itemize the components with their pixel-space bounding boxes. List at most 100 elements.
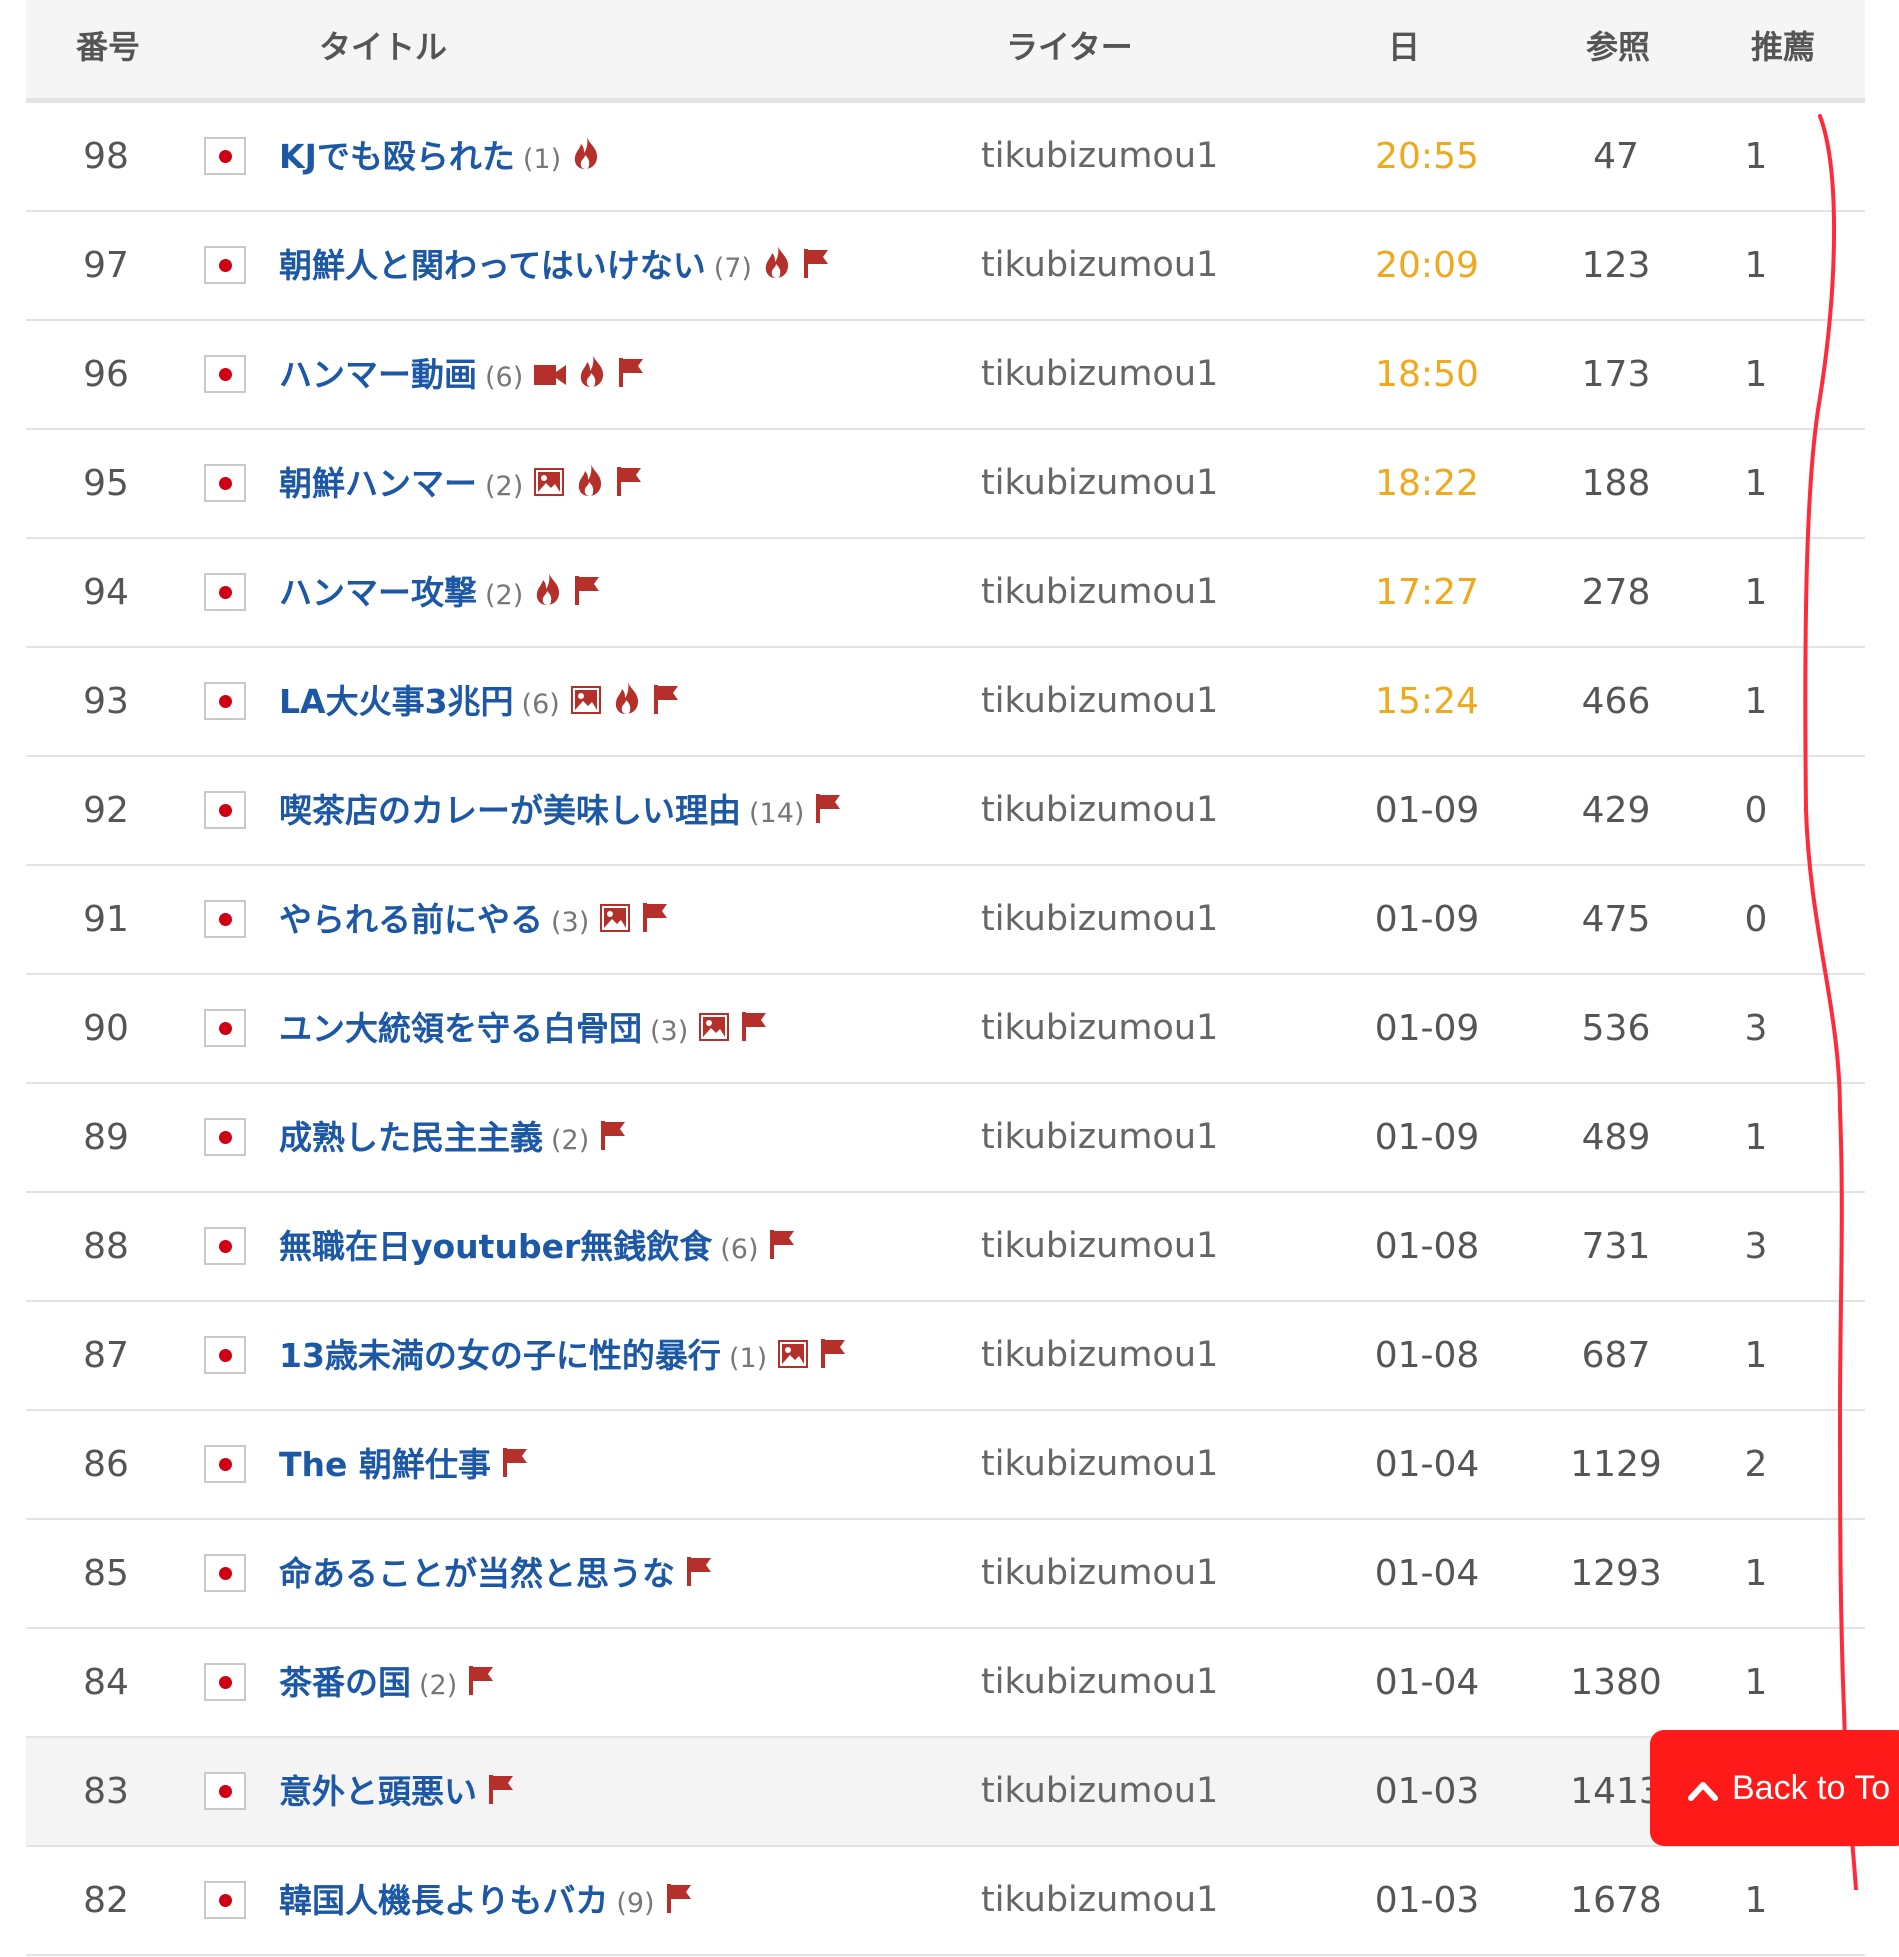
table-row[interactable]: 92 喫茶店のカレーが美味しい理由 (14) tikubizumou1 01-09 429… <box>26 757 1865 866</box>
post-recommend: 0 <box>1744 790 1768 831</box>
post-writer[interactable]: tikubizumou1 <box>981 1302 1221 1409</box>
post-title-link[interactable]: 朝鮮ハンマー (2) <box>279 430 645 537</box>
flag-icon <box>615 432 645 539</box>
post-writer[interactable]: tikubizumou1 <box>981 1629 1221 1736</box>
post-writer[interactable]: tikubizumou1 <box>981 539 1221 646</box>
post-writer[interactable]: tikubizumou1 <box>981 1084 1221 1191</box>
japan-flag-icon <box>204 1336 248 1376</box>
post-writer[interactable]: tikubizumou1 <box>981 1520 1221 1627</box>
post-writer[interactable]: tikubizumou1 <box>981 866 1221 973</box>
table-row[interactable]: 84 茶番の国 (2) tikubizumou1 01-04 1380 1 <box>26 1629 1865 1738</box>
post-title-link[interactable]: The 朝鮮仕事 <box>279 1411 531 1518</box>
post-writer[interactable]: tikubizumou1 <box>981 1193 1221 1300</box>
comment-count: (2) <box>419 1670 458 1701</box>
post-title-link[interactable]: 韓国人機長よりもバカ (9) <box>279 1847 695 1954</box>
post-writer[interactable]: tikubizumou1 <box>981 1847 1221 1954</box>
post-title[interactable]: 13歳未満の女の子に性的暴行 <box>279 1336 721 1375</box>
post-title[interactable]: The 朝鮮仕事 <box>279 1445 491 1484</box>
post-title[interactable]: LA大火事3兆円 <box>279 682 514 721</box>
post-title[interactable]: 意外と頭悪い <box>279 1772 477 1811</box>
table-row[interactable]: 83 意外と頭悪い tikubizumou1 01-03 1413 <box>26 1738 1865 1847</box>
post-title[interactable]: 命あることが当然と思うな <box>279 1554 675 1593</box>
table-row[interactable]: 89 成熟した民主主義 (2) tikubizumou1 01-09 489 1 <box>26 1084 1865 1193</box>
post-writer[interactable]: tikubizumou1 <box>981 975 1221 1082</box>
post-number: 83 <box>83 1771 129 1812</box>
post-writer[interactable]: tikubizumou1 <box>981 648 1221 755</box>
post-writer[interactable]: tikubizumou1 <box>981 1411 1221 1518</box>
post-title-link[interactable]: ユン大統領を守る白骨団 (3) <box>279 975 770 1082</box>
japan-flag-icon <box>204 1772 248 1812</box>
table-row[interactable]: 82 韓国人機長よりもバカ (9) tikubizumou1 01-03 1678 1 <box>26 1847 1865 1956</box>
table-row[interactable]: 91 やられる前にやる (3) tikubizumou1 01-09 475 0 <box>26 866 1865 975</box>
table-row[interactable]: 90 ユン大統領を守る白骨団 (3) tikubizumou1 01-09 536 3 <box>26 975 1865 1084</box>
japan-flag-icon <box>204 1445 248 1485</box>
post-writer[interactable]: tikubizumou1 <box>981 321 1221 428</box>
post-title[interactable]: 無職在日youtuber無銭飲食 <box>279 1227 712 1266</box>
table-row[interactable]: 98 KJでも殴られた (1) tikubizumou1 20:55 47 1 <box>26 103 1865 212</box>
post-views: 278 <box>1581 572 1651 613</box>
header-date: 日 <box>1388 28 1421 66</box>
post-title-link[interactable]: ハンマー動画 (6) <box>279 321 647 428</box>
post-title[interactable]: ユン大統領を守る白骨団 <box>279 1009 642 1048</box>
header-recommend: 推薦 <box>1751 28 1816 66</box>
post-title-link[interactable]: LA大火事3兆円 (6) <box>279 648 682 755</box>
post-title-link[interactable]: 成熟した民主主義 (2) <box>279 1084 629 1191</box>
post-title-link[interactable]: やられる前にやる (3) <box>279 866 671 973</box>
table-body: 98 KJでも殴られた (1) tikubizumou1 20:55 47 1 97 朝鮮人と関… <box>26 103 1865 1956</box>
table-row[interactable]: 86 The 朝鮮仕事 tikubizumou1 01-04 1129 2 <box>26 1411 1865 1520</box>
post-writer[interactable]: tikubizumou1 <box>981 1738 1221 1845</box>
post-title-link[interactable]: 喫茶店のカレーが美味しい理由 (14) <box>279 757 844 864</box>
post-date: 01-04 <box>1374 1553 1480 1594</box>
post-title-link[interactable]: 13歳未満の女の子に性的暴行 (1) <box>279 1302 849 1409</box>
table-row[interactable]: 88 無職在日youtuber無銭飲食 (6) tikubizumou1 01-08 73… <box>26 1193 1865 1302</box>
post-date: 01-09 <box>1374 1117 1480 1158</box>
table-row[interactable]: 93 LA大火事3兆円 (6) tikubizumou1 15:24 466 1 <box>26 648 1865 757</box>
post-title[interactable]: 喫茶店のカレーが美味しい理由 <box>279 791 741 830</box>
table-row[interactable]: 85 命あることが当然と思うな tikubizumou1 01-04 1293 1 <box>26 1520 1865 1629</box>
japan-flag-icon <box>204 464 248 504</box>
post-writer[interactable]: tikubizumou1 <box>981 103 1221 210</box>
post-recommend: 3 <box>1744 1008 1768 1049</box>
post-title[interactable]: やられる前にやる <box>279 900 543 939</box>
post-date: 01-09 <box>1374 790 1480 831</box>
post-writer[interactable]: tikubizumou1 <box>981 757 1221 864</box>
post-recommend: 1 <box>1744 1553 1768 1594</box>
post-title-link[interactable]: ハンマー攻撃 (2) <box>279 539 603 646</box>
post-number: 86 <box>83 1444 129 1485</box>
post-writer[interactable]: tikubizumou1 <box>981 212 1221 319</box>
post-title-link[interactable]: 意外と頭悪い <box>279 1738 517 1845</box>
back-to-top-button[interactable]: Back to To <box>1650 1730 1899 1846</box>
flag-icon <box>768 1195 798 1302</box>
post-title-link[interactable]: 無職在日youtuber無銭飲食 (6) <box>279 1193 798 1300</box>
post-writer[interactable]: tikubizumou1 <box>981 430 1221 537</box>
post-title[interactable]: ハンマー攻撃 <box>279 573 477 612</box>
table-row[interactable]: 94 ハンマー攻撃 (2) tikubizumou1 17:27 278 1 <box>26 539 1865 648</box>
post-title[interactable]: KJでも殴られた <box>279 137 515 176</box>
comment-count: (2) <box>551 1125 590 1156</box>
post-date: 01-04 <box>1374 1662 1480 1703</box>
table-row[interactable]: 87 13歳未満の女の子に性的暴行 (1) tikubizumou1 01-08 687 1 <box>26 1302 1865 1411</box>
post-title[interactable]: 朝鮮ハンマー <box>279 464 477 503</box>
table-header: 番号 タイトル ライター 日 参照 推薦 <box>26 0 1865 103</box>
post-views: 173 <box>1581 354 1651 395</box>
post-title[interactable]: 朝鮮人と関わってはいけない <box>279 246 706 285</box>
fire-icon <box>575 432 605 539</box>
table-row[interactable]: 96 ハンマー動画 (6) tikubizumou1 18:50 173 1 <box>26 321 1865 430</box>
flag-icon <box>617 323 647 430</box>
chevron-up-icon <box>1688 1732 1718 1848</box>
post-title[interactable]: 茶番の国 <box>279 1663 411 1702</box>
comment-count: (2) <box>485 580 524 611</box>
table-row[interactable]: 95 朝鮮ハンマー (2) tikubizumou1 18:22 188 1 <box>26 430 1865 539</box>
table-row[interactable]: 97 朝鮮人と関わってはいけない (7) tikubizumou1 20:09 123 1 <box>26 212 1865 321</box>
post-views: 1293 <box>1570 1553 1662 1594</box>
post-number: 97 <box>83 245 129 286</box>
post-title-link[interactable]: KJでも殴られた (1) <box>279 103 601 210</box>
post-title-link[interactable]: 茶番の国 (2) <box>279 1629 497 1736</box>
post-title[interactable]: 成熟した民主主義 <box>279 1118 543 1157</box>
post-title-link[interactable]: 命あることが当然と思うな <box>279 1520 715 1627</box>
post-title[interactable]: ハンマー動画 <box>279 355 477 394</box>
post-title[interactable]: 韓国人機長よりもバカ <box>279 1881 608 1920</box>
post-date: 20:09 <box>1375 245 1479 286</box>
post-number: 95 <box>83 463 129 504</box>
post-title-link[interactable]: 朝鮮人と関わってはいけない (7) <box>279 212 832 319</box>
